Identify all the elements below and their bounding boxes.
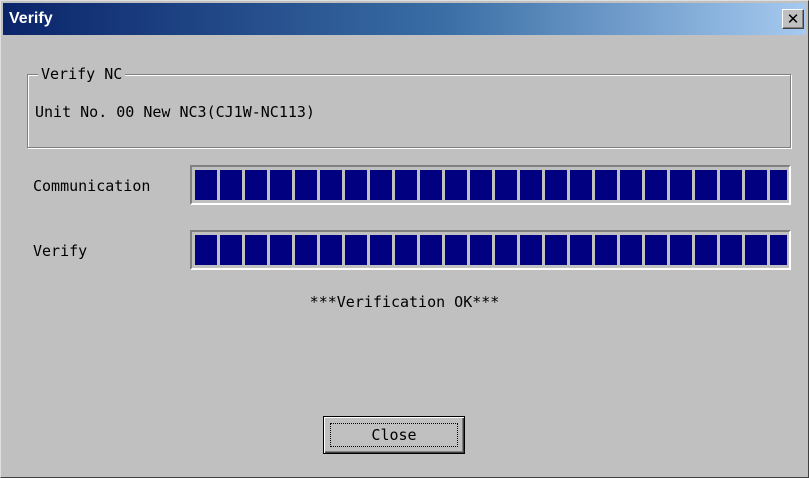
communication-progress-fill	[195, 170, 787, 200]
unit-info-text: Unit No. 00 New NC3(CJ1W-NC113)	[35, 103, 315, 121]
close-icon[interactable]: ✕	[782, 9, 804, 29]
group-legend: Verify NC	[38, 65, 126, 83]
verify-dialog: Verify ✕ Verify NC Unit No. 00 New NC3(C…	[0, 0, 809, 478]
communication-label: Communication	[33, 177, 151, 195]
title-bar[interactable]: Verify ✕	[3, 3, 806, 35]
communication-progress-bar	[190, 165, 791, 205]
status-message: ***Verification OK***	[309, 293, 500, 311]
close-button-label: Close	[330, 423, 458, 447]
verify-progress-fill	[195, 235, 787, 265]
verify-nc-group: Verify NC Unit No. 00 New NC3(CJ1W-NC113…	[27, 65, 791, 148]
close-button[interactable]: Close	[323, 416, 465, 454]
verify-label: Verify	[33, 242, 88, 260]
verify-progress-bar	[190, 230, 791, 270]
window-title: Verify	[9, 10, 53, 27]
